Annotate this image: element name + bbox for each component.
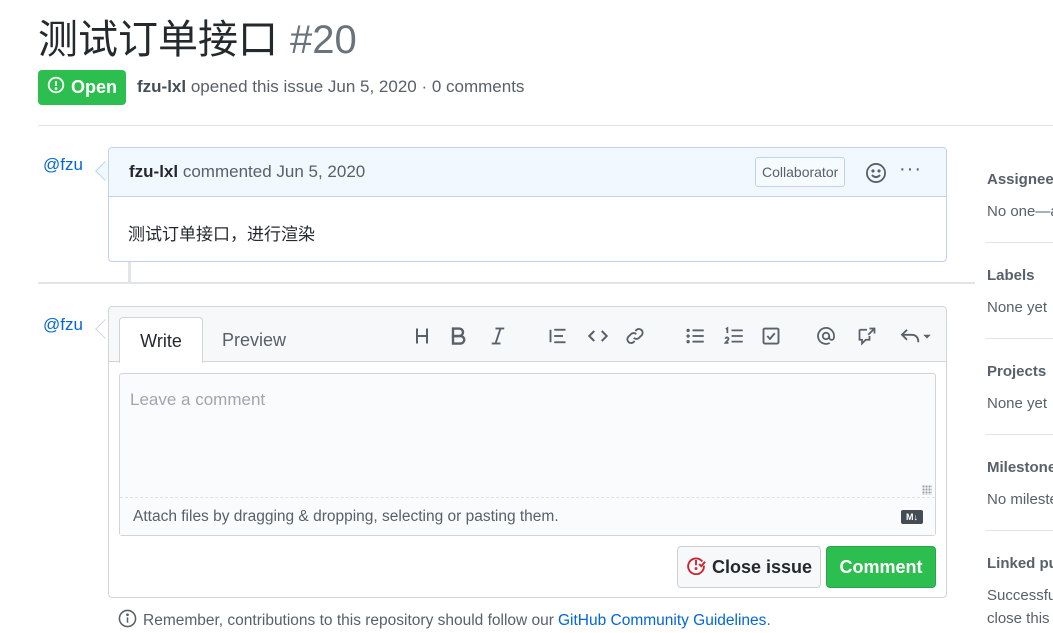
issue-comment: fzu-lxl commented Jun 5, 2020 Collaborat… (108, 147, 947, 262)
close-issue-label: Close issue (711, 556, 813, 577)
tab-preview[interactable]: Preview (211, 317, 297, 363)
cross-reference-icon[interactable] (855, 324, 879, 348)
sidebar-labels-heading[interactable]: Labels (987, 267, 1035, 284)
issue-title: 测试订单接口 #20 (38, 14, 357, 66)
italic-icon[interactable] (486, 324, 510, 348)
sidebar-projects-heading[interactable]: Projects (987, 363, 1046, 380)
issue-opened-icon (47, 76, 65, 99)
guidelines-note: Remember, contributions to this reposito… (118, 609, 771, 633)
bold-icon[interactable] (446, 324, 470, 348)
sidebar-milestone-value: No mileste (987, 491, 1053, 508)
issue-state-label: Open (70, 77, 117, 97)
comment-button[interactable]: Comment (826, 546, 936, 588)
sidebar-projects-value: None yet (987, 395, 1048, 412)
comment-body: 测试订单接口，进行渲染 (128, 225, 315, 244)
mention-icon[interactable] (814, 324, 838, 348)
sidebar-labels-value: None yet (987, 299, 1048, 316)
community-guidelines-link[interactable]: GitHub Community Guidelines (558, 612, 766, 629)
info-icon (118, 609, 137, 633)
timeline-divider (38, 282, 975, 284)
comment-date[interactable]: commented Jun 5, 2020 (183, 162, 365, 181)
new-comment-form: Write Preview Leave a comment Attach fil… (108, 306, 947, 598)
issue-meta-text: opened this issue Jun 5, 2020 · 0 commen… (190, 77, 525, 96)
comment-options-button[interactable]: ··· (899, 158, 922, 181)
comment-form-toolbar: Write Preview (109, 307, 946, 363)
comment-header-text: fzu-lxl commented Jun 5, 2020 (129, 162, 365, 182)
heading-icon[interactable] (410, 324, 434, 348)
bulleted-list-icon[interactable] (683, 324, 707, 348)
issue-meta: fzu-lxl opened this issue Jun 5, 2020 · … (137, 77, 524, 97)
quote-icon[interactable] (546, 324, 570, 348)
reply-icon[interactable] (897, 324, 937, 348)
markdown-icon[interactable]: M↓ (901, 510, 923, 524)
sidebar-divider (985, 242, 1053, 243)
sidebar-linked-value: close this (987, 610, 1050, 627)
issue-state-badge: Open (38, 70, 126, 105)
guidelines-text: Remember, contributions to this reposito… (143, 612, 554, 629)
attach-files-text: Attach files by dragging & dropping, sel… (133, 508, 559, 525)
avatar[interactable]: @fzu (43, 315, 83, 335)
sidebar-assignees-heading[interactable]: Assignees (987, 171, 1053, 188)
close-issue-button[interactable]: Close issue (677, 546, 821, 588)
collaborator-badge: Collaborator (755, 157, 846, 187)
attach-files-bar[interactable]: Attach files by dragging & dropping, sel… (120, 497, 935, 535)
issue-closed-icon (686, 555, 706, 580)
add-reaction-icon[interactable] (865, 162, 887, 189)
comment-author-link[interactable]: fzu-lxl (129, 162, 178, 181)
issue-author-link[interactable]: fzu-lxl (137, 77, 186, 96)
header-divider (38, 125, 1053, 126)
timeline-line (128, 262, 131, 282)
sidebar-divider (985, 530, 1053, 531)
sidebar-divider (985, 338, 1053, 339)
code-icon[interactable] (586, 324, 610, 348)
tab-write[interactable]: Write (119, 317, 203, 363)
issue-title-text: 测试订单接口 (38, 18, 278, 62)
task-list-icon[interactable] (759, 324, 783, 348)
sidebar-divider (985, 434, 1053, 435)
avatar[interactable]: @fzu (43, 155, 83, 175)
numbered-list-icon[interactable] (722, 324, 746, 348)
comment-textarea[interactable]: Leave a comment Attach files by dragging… (119, 373, 936, 536)
resize-handle-icon[interactable] (922, 485, 932, 495)
sidebar-linked-value: Successful (987, 587, 1053, 604)
comment-placeholder: Leave a comment (130, 390, 266, 409)
sidebar-linked-heading[interactable]: Linked pu (987, 555, 1053, 572)
comment-header: fzu-lxl commented Jun 5, 2020 Collaborat… (109, 148, 946, 197)
link-icon[interactable] (623, 324, 647, 348)
sidebar-milestone-heading[interactable]: Milestone (987, 459, 1053, 476)
sidebar-assignees-value: No one—a (987, 203, 1053, 220)
guidelines-end: . (766, 612, 771, 629)
issue-number: #20 (290, 18, 357, 62)
